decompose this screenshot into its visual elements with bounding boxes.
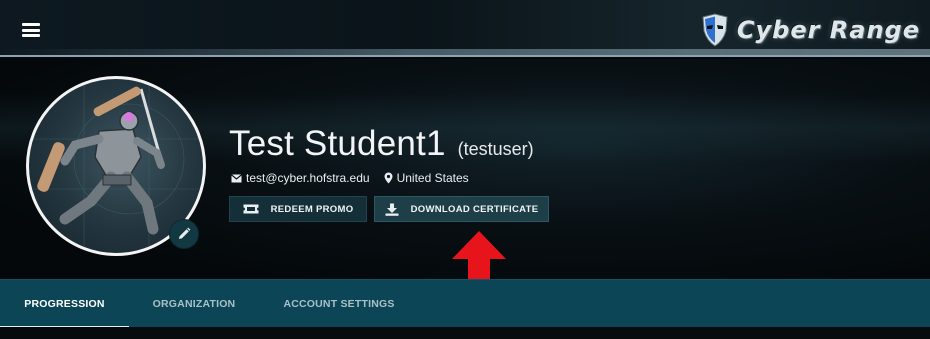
page-title: Test Student1	[229, 124, 446, 163]
tab-progression[interactable]: PROGRESSION	[0, 280, 129, 328]
tab-account-settings[interactable]: ACCOUNT SETTINGS	[259, 280, 419, 328]
email-text: test@cyber.hofstra.edu	[246, 171, 370, 185]
location-item: United States	[384, 171, 469, 185]
ticket-icon	[243, 204, 259, 214]
download-certificate-label: DOWNLOAD CERTIFICATE	[410, 203, 539, 215]
cyber-range-logo[interactable]: Cyber Range	[701, 12, 920, 48]
envelope-icon	[231, 173, 242, 182]
email-item: test@cyber.hofstra.edu	[231, 171, 370, 185]
tab-organization[interactable]: ORGANIZATION	[129, 280, 259, 328]
content-area	[0, 327, 930, 339]
redeem-promo-button[interactable]: REDEEM PROMO	[229, 196, 367, 222]
location-text: United States	[396, 171, 469, 185]
pencil-icon	[179, 227, 191, 239]
username-label: (testuser)	[457, 139, 534, 159]
download-certificate-button[interactable]: DOWNLOAD CERTIFICATE	[374, 196, 549, 222]
edit-avatar-button[interactable]	[169, 219, 199, 249]
profile-tab-bar: PROGRESSION ORGANIZATION ACCOUNT SETTING…	[0, 279, 930, 328]
profile-name-row: Test Student1 (testuser)	[229, 124, 534, 164]
redeem-promo-label: REDEEM PROMO	[270, 203, 354, 215]
download-icon	[385, 203, 399, 216]
logo-text: Cyber Range	[736, 16, 920, 44]
cyber-range-mask-icon	[702, 13, 728, 47]
top-navbar: Cyber Range	[0, 0, 930, 57]
map-pin-icon	[384, 172, 393, 184]
profile-meta: test@cyber.hofstra.edu United States	[231, 171, 469, 185]
hamburger-menu-icon[interactable]	[22, 23, 40, 37]
